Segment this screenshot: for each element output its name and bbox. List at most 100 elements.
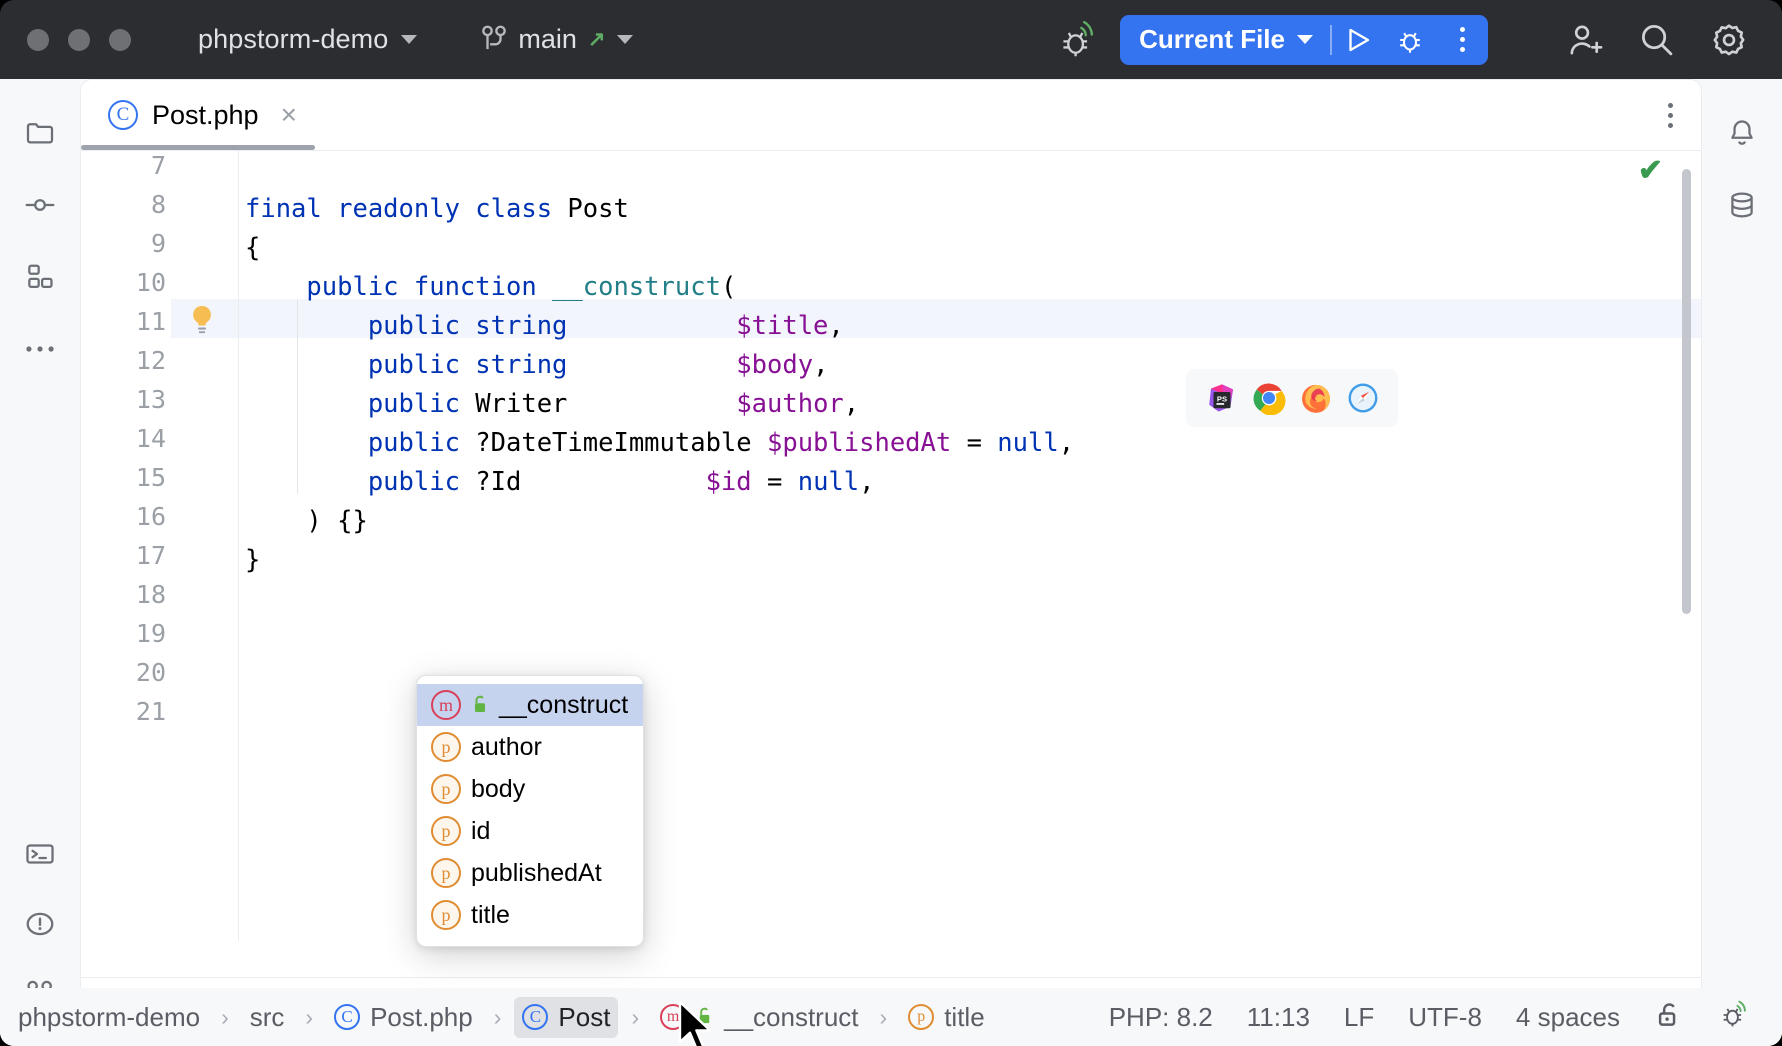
- code-line: public ?DateTimeImmutable $publishedAt =…: [245, 428, 1075, 458]
- status-breadcrumb-item-project[interactable]: phpstorm-demo: [10, 997, 208, 1038]
- breadcrumb-separator: ›: [221, 1003, 229, 1030]
- run-more-options-button[interactable]: [1436, 15, 1488, 65]
- php-class-icon: C: [108, 100, 138, 130]
- editor-tab-bar: C Post.php ×: [81, 80, 1701, 151]
- public-lock-icon: [471, 695, 489, 715]
- open-in-browser-popup: PS: [1186, 369, 1398, 427]
- sidebar-item-project[interactable]: [14, 107, 66, 159]
- line-number: 11: [135, 307, 166, 336]
- sidebar-item-structure[interactable]: [14, 251, 66, 303]
- property-icon: p: [431, 816, 461, 846]
- editor-tab-post-php[interactable]: C Post.php ×: [81, 80, 319, 151]
- project-selector[interactable]: phpstorm-demo: [188, 18, 427, 61]
- branch-updated-icon: ↗: [587, 28, 606, 51]
- run-configuration-selector[interactable]: Current File: [1120, 15, 1330, 65]
- close-window-button[interactable]: [27, 28, 49, 51]
- status-breadcrumb-item-class[interactable]: C Post: [514, 996, 619, 1038]
- commit-icon: [25, 199, 55, 211]
- method-icon: m: [431, 690, 461, 720]
- editor-options-button[interactable]: [1668, 102, 1673, 128]
- line-number: 20: [135, 658, 166, 687]
- line-number: 9: [150, 229, 166, 258]
- more-options-icon: [1459, 27, 1465, 52]
- property-icon: p: [908, 1004, 935, 1030]
- completion-item[interactable]: m __construct: [417, 684, 643, 726]
- debug-listen-button[interactable]: [1058, 17, 1104, 63]
- line-number: 15: [135, 463, 166, 492]
- read-only-toggle-button[interactable]: [1654, 999, 1686, 1036]
- indent-widget[interactable]: 4 spaces: [1516, 1002, 1620, 1033]
- main-area: C Post.php × 7 8 9 10 11 12 13 14 15 16 …: [0, 79, 1782, 1046]
- active-tab-underline: [81, 145, 315, 150]
- terminal-icon: [26, 844, 54, 864]
- sidebar-item-problems[interactable]: [14, 898, 66, 950]
- intention-bulb-icon[interactable]: [189, 304, 215, 338]
- completion-item[interactable]: p author: [417, 726, 643, 768]
- svg-text:PS: PS: [1216, 394, 1226, 403]
- left-tool-rail: [0, 79, 80, 1046]
- completion-item[interactable]: p body: [417, 768, 643, 810]
- line-number: 13: [135, 385, 166, 414]
- open-in-phpstorm-builtin-icon[interactable]: PS: [1205, 381, 1239, 415]
- debug-button[interactable]: [1384, 15, 1436, 65]
- line-separator-widget[interactable]: LF: [1344, 1002, 1374, 1033]
- open-in-safari-icon[interactable]: [1346, 381, 1380, 415]
- encoding-widget[interactable]: UTF-8: [1408, 1002, 1482, 1033]
- caret-position-widget[interactable]: 11:13: [1247, 1002, 1310, 1033]
- code-completion-popup[interactable]: m __construct p author p body p id p pub…: [416, 675, 644, 947]
- code-editor[interactable]: 7 8 9 10 11 12 13 14 15 16 17 18 19 20 2…: [81, 151, 1701, 941]
- completion-item[interactable]: p title: [417, 894, 643, 936]
- line-number: 8: [150, 190, 166, 219]
- debug-listen-icon: [1063, 20, 1094, 56]
- status-breadcrumb: phpstorm-demo › src › C Post.php › C Pos…: [10, 996, 993, 1038]
- maximize-window-button[interactable]: [109, 28, 131, 51]
- debug-listen-status-button[interactable]: [1720, 999, 1754, 1036]
- settings-gear-icon: [1713, 23, 1745, 55]
- line-number: 16: [135, 502, 166, 531]
- chevron-down-icon: [401, 35, 418, 44]
- status-breadcrumb-item-property[interactable]: p title: [900, 997, 992, 1038]
- code-line: ) {}: [245, 506, 368, 536]
- more-dots-icon: [26, 346, 54, 352]
- run-button[interactable]: [1332, 15, 1384, 65]
- search-everywhere-button[interactable]: [1634, 17, 1680, 63]
- status-breadcrumb-item-src[interactable]: src: [242, 997, 293, 1038]
- open-in-firefox-icon[interactable]: [1299, 381, 1333, 415]
- sidebar-item-terminal[interactable]: [14, 828, 66, 880]
- completion-item[interactable]: p id: [417, 810, 643, 852]
- line-number-gutter: 7 8 9 10 11 12 13 14 15 16 17 18 19 20 2…: [81, 151, 171, 941]
- sidebar-item-more[interactable]: [14, 323, 66, 375]
- sidebar-item-notifications[interactable]: [1716, 107, 1768, 159]
- editor-panel: C Post.php × 7 8 9 10 11 12 13 14 15 16 …: [80, 79, 1702, 1046]
- sidebar-item-commit[interactable]: [14, 179, 66, 231]
- sidebar-item-database[interactable]: [1716, 179, 1768, 231]
- git-branch-selector[interactable]: main ↗: [471, 18, 642, 62]
- code-line: public string $body,: [245, 350, 829, 380]
- gutter-divider: [238, 151, 239, 941]
- line-number: 12: [135, 346, 166, 375]
- status-breadcrumb-item-file[interactable]: C Post.php: [326, 997, 481, 1038]
- line-number: 7: [150, 151, 166, 180]
- chevron-down-icon: [616, 35, 633, 44]
- completion-label: author: [471, 732, 542, 761]
- completion-label: __construct: [499, 690, 629, 719]
- code-line: public Writer $author,: [245, 389, 860, 419]
- php-version-widget[interactable]: PHP: 8.2: [1109, 1002, 1213, 1033]
- completion-item[interactable]: p publishedAt: [417, 852, 643, 894]
- window-controls: [27, 28, 131, 51]
- line-number: 14: [135, 424, 166, 453]
- class-icon: C: [522, 1004, 549, 1030]
- breadcrumb-separator: ›: [879, 1003, 888, 1030]
- mouse-cursor: [678, 1000, 712, 1046]
- line-number: 21: [135, 697, 166, 726]
- add-account-button[interactable]: [1562, 17, 1608, 63]
- property-icon: p: [431, 900, 461, 930]
- run-widget: Current File: [1120, 14, 1488, 65]
- settings-button[interactable]: [1706, 17, 1752, 63]
- inspection-status-icon[interactable]: ✔: [1638, 153, 1663, 188]
- close-icon[interactable]: ×: [281, 101, 297, 129]
- right-tool-rail: [1702, 79, 1782, 1046]
- minimize-window-button[interactable]: [68, 28, 90, 51]
- open-in-chrome-icon[interactable]: [1252, 381, 1286, 415]
- editor-scrollbar[interactable]: [1682, 169, 1691, 614]
